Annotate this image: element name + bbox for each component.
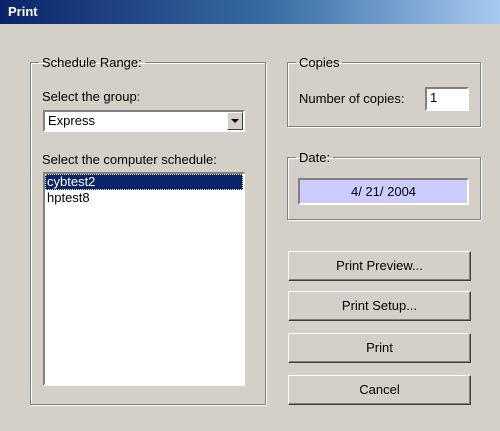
print-button[interactable]: Print [288, 333, 471, 363]
chevron-down-icon[interactable] [227, 112, 243, 130]
copies-legend: Copies [299, 55, 340, 70]
schedule-listbox[interactable]: cybtest2 hptest8 [43, 172, 245, 386]
list-item[interactable]: cybtest2 [45, 174, 243, 190]
print-preview-button[interactable]: Print Preview... [288, 251, 471, 281]
select-group-label: Select the group: [42, 89, 141, 104]
date-legend: Date: [299, 150, 331, 165]
cancel-button[interactable]: Cancel [288, 375, 471, 405]
list-item[interactable]: hptest8 [45, 190, 243, 206]
title-bar[interactable]: Print [0, 0, 500, 24]
window-title: Print [8, 4, 38, 19]
copies-input[interactable]: 1 [425, 87, 469, 111]
group-dropdown[interactable]: Express [43, 110, 245, 132]
print-dialog: Print Schedule Range: Select the group: … [0, 0, 500, 431]
print-setup-button[interactable]: Print Setup... [288, 291, 471, 321]
copies-label: Number of copies: [299, 91, 405, 106]
group-dropdown-value: Express [48, 113, 95, 128]
select-schedule-label: Select the computer schedule: [42, 152, 217, 167]
date-picker[interactable]: 4/ 21/ 2004 [298, 178, 469, 205]
schedule-range-legend: Schedule Range: [42, 55, 142, 70]
